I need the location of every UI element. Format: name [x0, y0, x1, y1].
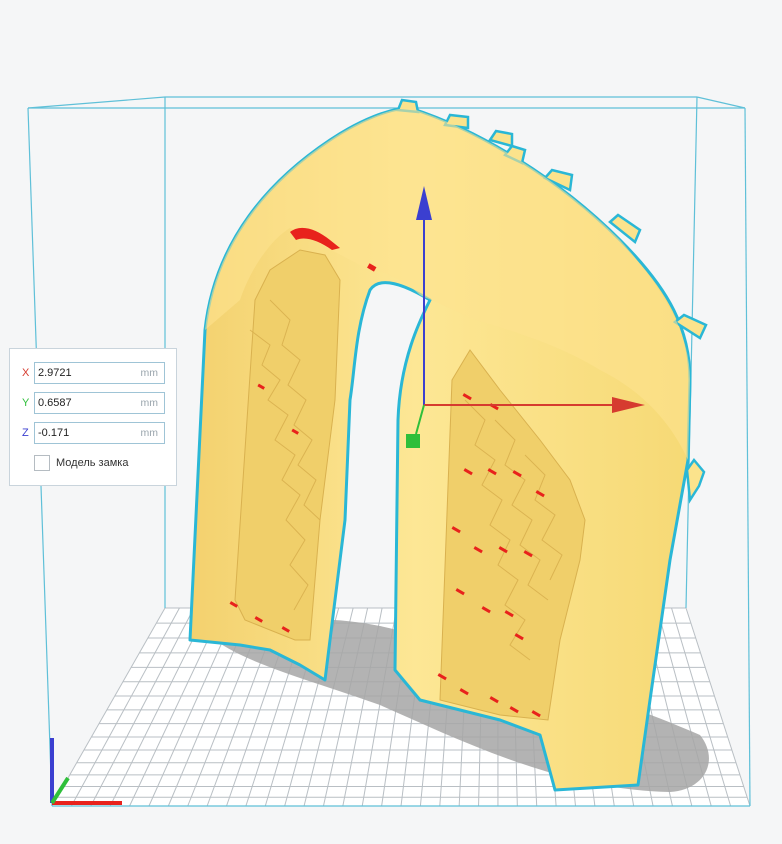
y-row: Y mm — [10, 392, 178, 416]
x-unit: mm — [140, 367, 159, 379]
position-panel: X mm Y mm Z mm Модель замка — [9, 348, 177, 486]
x-field[interactable]: mm — [34, 362, 165, 384]
x-input[interactable] — [38, 365, 133, 381]
lock-model-checkbox[interactable] — [34, 455, 50, 471]
z-axis-label: Z — [22, 427, 29, 439]
y-input[interactable] — [38, 395, 133, 411]
z-unit: mm — [140, 427, 159, 439]
z-input[interactable] — [38, 425, 133, 441]
x-axis-label: X — [22, 367, 30, 379]
z-field[interactable]: mm — [34, 422, 165, 444]
gizmo-y-handle — [406, 434, 420, 448]
lock-model-label: Модель замка — [56, 457, 129, 469]
y-field[interactable]: mm — [34, 392, 165, 414]
x-row: X mm — [10, 362, 178, 386]
z-row: Z mm — [10, 422, 178, 446]
y-unit: mm — [140, 397, 159, 409]
y-axis-label: Y — [22, 397, 30, 409]
